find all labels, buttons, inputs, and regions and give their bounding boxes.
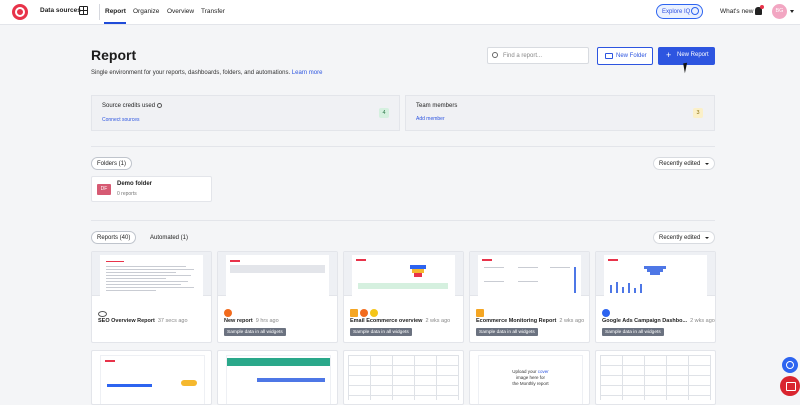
source-icons (224, 304, 234, 317)
new-folder-button[interactable]: New Folder (597, 47, 653, 65)
eye-icon (98, 304, 109, 317)
tab-transfer[interactable]: Transfer (201, 8, 225, 15)
source-icons (350, 304, 380, 317)
team-members-title: Team members (416, 103, 458, 109)
folder-avatar: DF (97, 184, 111, 195)
folder-icon (605, 53, 613, 59)
data-sources-link[interactable]: Data sources (40, 7, 81, 14)
report-thumbnail (344, 252, 463, 296)
app-logo[interactable] (12, 4, 28, 20)
subtitle-text: Single environment for your reports, das… (91, 70, 291, 76)
folder-count: 0 reports (117, 191, 137, 197)
tab-organize[interactable]: Organize (133, 8, 159, 15)
reports-sort-label: Recently edited (659, 235, 701, 241)
cover-caption-line2: image here for (515, 375, 545, 380)
divider (91, 220, 715, 221)
sample-data-badge: Sample data in all widgets (224, 328, 286, 336)
page-subtitle: Single environment for your reports, das… (91, 70, 322, 76)
plus-icon: + (666, 50, 672, 60)
report-title: New report 9 hrs ago (224, 318, 279, 324)
sample-data-badge: Sample data in all widgets (476, 328, 538, 336)
report-card[interactable]: New report 9 hrs ago Sample data in all w… (217, 251, 338, 343)
tab-overview[interactable]: Overview (167, 8, 194, 15)
assistant-icon[interactable] (782, 357, 798, 373)
report-title: Email Ecommerce overview 2 wks ago (350, 318, 451, 324)
source-credits-card: Source credits used Connect sources (91, 95, 400, 131)
chevron-down-icon[interactable] (790, 10, 794, 13)
report-title: Ecommerce Monitoring Report 2 wks ago (476, 318, 585, 324)
team-members-card: Team members Add member (405, 95, 715, 131)
report-card[interactable]: Upload your cover image here for the Mon… (469, 350, 590, 405)
search-placeholder: Find a report... (503, 52, 543, 59)
source-icons (476, 304, 486, 317)
report-card[interactable] (343, 350, 464, 405)
report-thumbnail (596, 252, 715, 296)
report-card[interactable]: Ecommerce Monitoring Report 2 wks ago Sam… (469, 251, 590, 343)
members-count-badge: 3 (693, 108, 703, 118)
notification-dot (760, 5, 764, 9)
avatar[interactable]: BG (772, 4, 787, 19)
divider (99, 4, 100, 20)
report-card[interactable] (595, 350, 716, 405)
page-title: Report (91, 47, 137, 63)
new-folder-label: New Folder (616, 53, 647, 59)
explore-icon (691, 7, 699, 15)
reports-tab[interactable]: Reports (40) (91, 231, 137, 244)
report-title: Google Ads Campaign Dashbo... 2 wks ago (602, 318, 715, 324)
chevron-down-icon (705, 237, 709, 239)
new-report-label: New Report (677, 52, 709, 58)
automated-tab[interactable]: Automated (1) (144, 231, 194, 244)
report-card[interactable]: Email Ecommerce overview 2 wks ago Sample… (343, 251, 464, 343)
report-card[interactable]: Google Ads Campaign Dashbo... 2 wks ago S… (595, 251, 716, 343)
folders-sort-dropdown[interactable]: Recently edited (653, 157, 715, 170)
cover-caption-line1: Upload your (512, 369, 537, 374)
tab-report[interactable]: Report (105, 8, 126, 15)
folder-name: Demo folder (117, 181, 153, 187)
source-credits-title: Source credits used (102, 103, 163, 109)
google-ads-icon (602, 304, 612, 317)
folders-sort-label: Recently edited (659, 161, 701, 167)
report-thumbnail (92, 252, 211, 296)
connect-sources-link[interactable]: Connect sources (102, 117, 140, 123)
report-thumbnail (470, 252, 589, 296)
explore-iq-button[interactable]: Explore IQ (656, 4, 703, 19)
search-input[interactable]: Find a report... (487, 47, 589, 64)
folders-pill[interactable]: Folders (1) (91, 157, 133, 170)
report-card[interactable]: SEO Overview Report 37 secs ago (91, 251, 212, 343)
folder-card[interactable]: DF Demo folder 0 reports (91, 176, 212, 202)
learn-more-link[interactable]: Learn more (292, 70, 323, 76)
report-title: SEO Overview Report 37 secs ago (98, 318, 188, 324)
search-icon (492, 52, 498, 58)
divider (91, 146, 715, 147)
report-card[interactable] (217, 350, 338, 405)
cover-caption-line3: the Monthly report (512, 381, 549, 386)
report-card[interactable] (91, 350, 212, 405)
credits-count-badge: 4 (379, 108, 389, 118)
reports-sort-dropdown[interactable]: Recently edited (653, 231, 715, 244)
chevron-down-icon (705, 163, 709, 165)
chat-icon[interactable] (780, 376, 800, 396)
report-thumbnail (218, 252, 337, 296)
sample-data-badge: Sample data in all widgets (350, 328, 412, 336)
info-icon[interactable] (157, 103, 163, 108)
explore-iq-label: Explore IQ (662, 8, 691, 15)
grid-icon[interactable] (79, 6, 88, 15)
sample-data-badge: Sample data in all widgets (602, 328, 664, 336)
add-member-link[interactable]: Add member (416, 116, 445, 122)
tab-active-indicator (104, 22, 126, 24)
cover-caption-word: cover (537, 369, 549, 374)
whats-new-link[interactable]: What's new (720, 8, 753, 15)
top-bar: Data sources Report Organize Overview Tr… (0, 0, 800, 25)
